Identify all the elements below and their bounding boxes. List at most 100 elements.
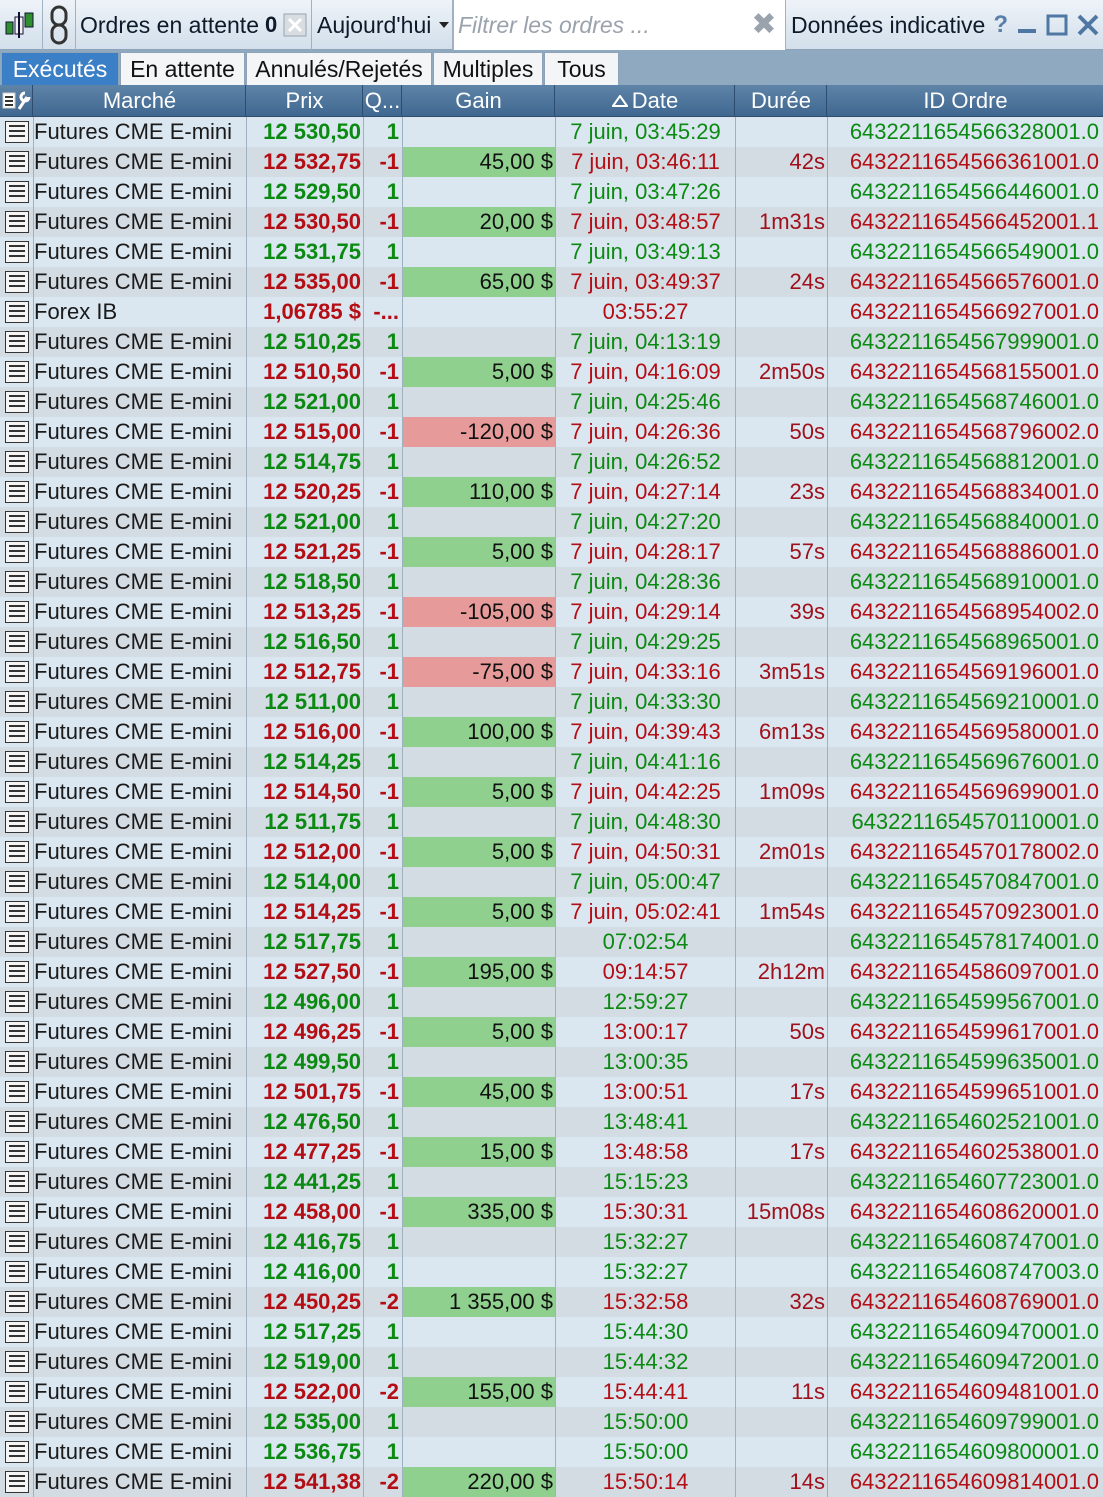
table-row[interactable]: Futures CME E-mini 12 510,25 1 7 juin, 04:1… — [0, 327, 1103, 357]
order-ticket-icon[interactable] — [5, 1291, 29, 1313]
order-ticket-icon[interactable] — [5, 1081, 29, 1103]
table-row[interactable]: Futures CME E-mini 12 476,50 1 13:48:41 6432… — [0, 1107, 1103, 1137]
order-ticket-icon[interactable] — [5, 1321, 29, 1343]
order-ticket-icon[interactable] — [5, 301, 29, 323]
date-range-dropdown[interactable]: Aujourd'hui — [312, 0, 453, 50]
table-row[interactable]: Futures CME E-mini 12 522,00 -2 155,00 $ 15:… — [0, 1377, 1103, 1407]
col-header-duration[interactable]: Durée — [736, 85, 827, 117]
table-row[interactable]: Futures CME E-mini 12 519,00 1 15:44:32 6432… — [0, 1347, 1103, 1377]
table-row[interactable]: Futures CME E-mini 12 530,50 1 7 juin, 03:4… — [0, 117, 1103, 147]
order-ticket-icon[interactable] — [5, 1411, 29, 1433]
order-ticket-icon[interactable] — [5, 121, 29, 143]
table-row[interactable]: Futures CME E-mini 12 535,00 -1 65,00 $ 7 ju… — [0, 267, 1103, 297]
col-header-date[interactable]: Date — [556, 85, 735, 117]
col-header-qty[interactable]: Q... — [364, 85, 402, 117]
table-row[interactable]: Futures CME E-mini 12 450,25 -2 1 355,00 $ 1… — [0, 1287, 1103, 1317]
order-ticket-icon[interactable] — [5, 1231, 29, 1253]
order-ticket-icon[interactable] — [5, 871, 29, 893]
order-ticket-icon[interactable] — [5, 901, 29, 923]
table-row[interactable]: Futures CME E-mini 12 496,00 1 12:59:27 6432… — [0, 987, 1103, 1017]
order-ticket-icon[interactable] — [5, 391, 29, 413]
order-ticket-icon[interactable] — [5, 931, 29, 953]
table-row[interactable]: Futures CME E-mini 12 535,00 1 15:50:00 6432… — [0, 1407, 1103, 1437]
link-chain-button[interactable] — [43, 0, 76, 50]
table-row[interactable]: Futures CME E-mini 12 527,50 -1 195,00 $ 09:… — [0, 957, 1103, 987]
order-ticket-icon[interactable] — [5, 961, 29, 983]
close-window-icon[interactable] — [1076, 13, 1100, 37]
table-row[interactable]: Futures CME E-mini 12 496,25 -1 5,00 $ 13:00… — [0, 1017, 1103, 1047]
table-row[interactable]: Futures CME E-mini 12 511,75 1 7 juin, 04:4… — [0, 807, 1103, 837]
order-ticket-icon[interactable] — [5, 631, 29, 653]
table-row[interactable]: Futures CME E-mini 12 516,00 -1 100,00 $ 7 j… — [0, 717, 1103, 747]
order-ticket-icon[interactable] — [5, 1171, 29, 1193]
order-ticket-icon[interactable] — [5, 601, 29, 623]
col-header-gain[interactable]: Gain — [403, 85, 555, 117]
filter-orders-input[interactable] — [454, 5, 744, 45]
table-row[interactable]: Futures CME E-mini 12 511,00 1 7 juin, 04:3… — [0, 687, 1103, 717]
order-ticket-icon[interactable] — [5, 331, 29, 353]
order-ticket-icon[interactable] — [5, 181, 29, 203]
table-row[interactable]: Futures CME E-mini 12 515,00 -1 -120,00 $ 7 … — [0, 417, 1103, 447]
tab-executes[interactable]: Exécutés — [1, 52, 119, 85]
order-ticket-icon[interactable] — [5, 721, 29, 743]
order-ticket-icon[interactable] — [5, 541, 29, 563]
order-ticket-icon[interactable] — [5, 481, 29, 503]
order-ticket-icon[interactable] — [5, 1111, 29, 1133]
table-row[interactable]: Futures CME E-mini 12 512,00 -1 5,00 $ 7 jui… — [0, 837, 1103, 867]
table-row[interactable]: Futures CME E-mini 12 514,25 1 7 juin, 04:4… — [0, 747, 1103, 777]
order-ticket-icon[interactable] — [5, 451, 29, 473]
order-ticket-icon[interactable] — [5, 1471, 29, 1493]
tab-tous[interactable]: Tous — [544, 52, 619, 85]
pending-orders-button[interactable]: Ordres en attente 0 — [76, 0, 312, 50]
tab-en-attente[interactable]: En attente — [120, 52, 245, 85]
table-row[interactable]: Futures CME E-mini 12 510,50 -1 5,00 $ 7 jui… — [0, 357, 1103, 387]
table-row[interactable]: Futures CME E-mini 12 530,50 -1 20,00 $ 7 ju… — [0, 207, 1103, 237]
table-row[interactable]: Futures CME E-mini 12 517,75 1 07:02:54 6432… — [0, 927, 1103, 957]
table-row[interactable]: Futures CME E-mini 12 521,00 1 7 juin, 04:2… — [0, 507, 1103, 537]
order-ticket-icon[interactable] — [5, 1261, 29, 1283]
table-row[interactable]: Futures CME E-mini 12 517,25 1 15:44:30 6432… — [0, 1317, 1103, 1347]
order-ticket-icon[interactable] — [5, 421, 29, 443]
order-ticket-icon[interactable] — [5, 1351, 29, 1373]
order-ticket-icon[interactable] — [5, 571, 29, 593]
table-row[interactable]: Futures CME E-mini 12 536,75 1 15:50:00 6432… — [0, 1437, 1103, 1467]
order-ticket-icon[interactable] — [5, 991, 29, 1013]
order-ticket-icon[interactable] — [5, 1021, 29, 1043]
help-icon[interactable]: ? — [993, 11, 1008, 39]
order-ticket-icon[interactable] — [5, 211, 29, 233]
tab-multiples[interactable]: Multiples — [433, 52, 543, 85]
order-ticket-icon[interactable] — [5, 841, 29, 863]
table-row[interactable]: Futures CME E-mini 12 521,25 -1 5,00 $ 7 jui… — [0, 537, 1103, 567]
order-ticket-icon[interactable] — [5, 151, 29, 173]
order-ticket-icon[interactable] — [5, 1381, 29, 1403]
layout-toggle-button[interactable] — [0, 0, 43, 50]
col-header-price[interactable]: Prix — [247, 85, 363, 117]
order-ticket-icon[interactable] — [5, 811, 29, 833]
maximize-icon[interactable] — [1046, 14, 1068, 36]
column-settings[interactable] — [0, 85, 33, 117]
table-row[interactable]: Futures CME E-mini 12 416,75 1 15:32:27 6432… — [0, 1227, 1103, 1257]
order-ticket-icon[interactable] — [5, 781, 29, 803]
table-row[interactable]: Futures CME E-mini 12 514,50 -1 5,00 $ 7 jui… — [0, 777, 1103, 807]
table-row[interactable]: Futures CME E-mini 12 514,75 1 7 juin, 04:2… — [0, 447, 1103, 477]
table-row[interactable]: Forex IB 1,06785 $ -... 03:55:27 64322116545… — [0, 297, 1103, 327]
order-ticket-icon[interactable] — [5, 661, 29, 683]
close-pending-icon[interactable] — [283, 13, 307, 37]
table-row[interactable]: Futures CME E-mini 12 520,25 -1 110,00 $ 7 j… — [0, 477, 1103, 507]
order-ticket-icon[interactable] — [5, 751, 29, 773]
table-row[interactable]: Futures CME E-mini 12 529,50 1 7 juin, 03:4… — [0, 177, 1103, 207]
table-row[interactable]: Futures CME E-mini 12 516,50 1 7 juin, 04:2… — [0, 627, 1103, 657]
table-row[interactable]: Futures CME E-mini 12 514,25 -1 5,00 $ 7 jui… — [0, 897, 1103, 927]
order-ticket-icon[interactable] — [5, 1201, 29, 1223]
order-ticket-icon[interactable] — [5, 1051, 29, 1073]
table-row[interactable]: Futures CME E-mini 12 541,38 -2 220,00 $ 15:… — [0, 1467, 1103, 1497]
table-row[interactable]: Futures CME E-mini 12 532,75 -1 45,00 $ 7 ju… — [0, 147, 1103, 177]
table-row[interactable]: Futures CME E-mini 12 441,25 1 15:15:23 6432… — [0, 1167, 1103, 1197]
order-ticket-icon[interactable] — [5, 1441, 29, 1463]
minimize-icon[interactable] — [1016, 14, 1038, 36]
tab-annules-rejetes[interactable]: Annulés/Rejetés — [246, 52, 432, 85]
table-row[interactable]: Futures CME E-mini 12 477,25 -1 15,00 $ 13:4… — [0, 1137, 1103, 1167]
order-ticket-icon[interactable] — [5, 691, 29, 713]
table-row[interactable]: Futures CME E-mini 12 521,00 1 7 juin, 04:2… — [0, 387, 1103, 417]
table-row[interactable]: Futures CME E-mini 12 513,25 -1 -105,00 $ 7 … — [0, 597, 1103, 627]
